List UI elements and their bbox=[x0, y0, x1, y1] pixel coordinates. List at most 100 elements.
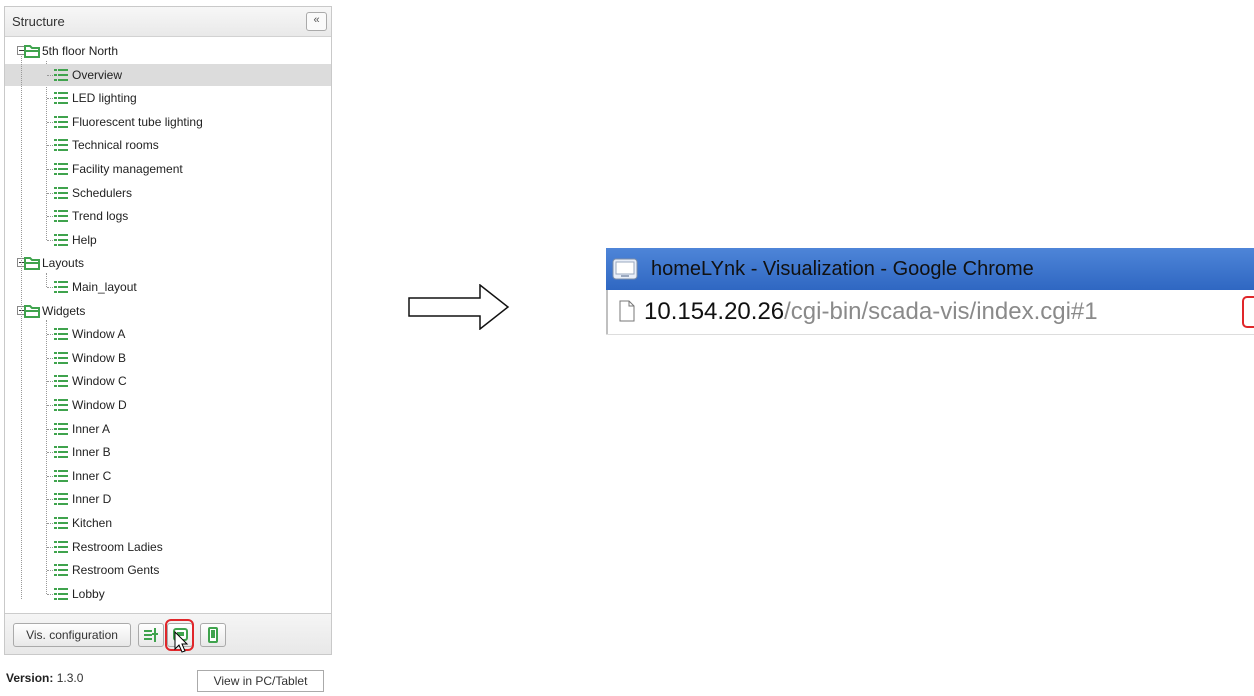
tree-connector bbox=[47, 216, 53, 218]
tree-item-kitchen[interactable]: Kitchen bbox=[5, 512, 331, 534]
tree-connector bbox=[47, 334, 53, 336]
tree-item-label: Fluorescent tube lighting bbox=[72, 114, 203, 129]
tree-connector bbox=[47, 239, 53, 241]
list-icon bbox=[54, 399, 68, 411]
list-icon bbox=[54, 564, 68, 577]
tree-connector bbox=[47, 523, 53, 524]
right-arrow-icon bbox=[408, 284, 510, 330]
tree-connector bbox=[47, 74, 53, 76]
tree-folder-label: 5th floor North bbox=[42, 44, 119, 58]
tree-item-window-c[interactable]: Window C bbox=[5, 370, 331, 392]
tree-connector bbox=[47, 405, 53, 406]
tree-connector bbox=[47, 287, 53, 288]
list-icon bbox=[54, 92, 68, 105]
tree-item-restroom-ladies[interactable]: Restroom Ladies bbox=[5, 536, 331, 558]
tree-item-restroom-gents[interactable]: Restroom Gents bbox=[5, 559, 331, 581]
browser-title: homeLYnk - Visualization - Google Chrome bbox=[651, 258, 1034, 280]
structure-config-button[interactable] bbox=[138, 623, 164, 647]
tree-item-window-d[interactable]: Window D bbox=[5, 394, 331, 416]
url-text[interactable]: 10.154.20.26/cgi-bin/scada-vis/index.cgi… bbox=[644, 290, 1098, 334]
tree-connector bbox=[47, 499, 53, 501]
view-touch-icon bbox=[208, 627, 218, 643]
tree-connector bbox=[47, 145, 53, 147]
list-icon bbox=[54, 68, 68, 81]
tree-item-led-lighting[interactable]: LED lighting bbox=[5, 87, 331, 109]
page-icon bbox=[619, 300, 635, 322]
list-icon bbox=[54, 446, 68, 459]
tree-item-facility-management[interactable]: Facility management bbox=[5, 158, 331, 180]
tree-connector bbox=[47, 546, 53, 548]
url-highlight-ring bbox=[1242, 296, 1254, 328]
panel-title: Structure bbox=[12, 14, 65, 29]
tree-item-overview[interactable]: Overview bbox=[5, 63, 331, 86]
structure-panel: Structure « 5th floor North Overview LED l… bbox=[4, 6, 332, 655]
tree-folder-5th-floor-north[interactable]: 5th floor North bbox=[5, 40, 331, 62]
list-icon bbox=[54, 422, 68, 435]
tree-item-label: Window D bbox=[72, 398, 127, 412]
tree-item-label: Restroom Gents bbox=[72, 563, 160, 578]
tree-connector bbox=[47, 192, 53, 194]
list-icon bbox=[54, 375, 68, 388]
tree-connector bbox=[47, 98, 53, 100]
tree-item-label: Kitchen bbox=[72, 516, 113, 530]
tree-item-label: LED lighting bbox=[72, 91, 137, 106]
version-label: Version: bbox=[6, 671, 54, 685]
browser-titlebar: homeLYnk - Visualization - Google Chrome bbox=[606, 248, 1254, 290]
list-icon bbox=[54, 517, 68, 529]
tree-item-label: Facility management bbox=[72, 162, 183, 176]
collapse-panel-button[interactable]: « bbox=[306, 12, 327, 31]
tree-item-label: Inner A bbox=[72, 421, 111, 436]
view-touch-button[interactable] bbox=[200, 623, 226, 647]
list-icon bbox=[54, 139, 68, 152]
tree-item-label: Main_layout bbox=[72, 280, 137, 294]
tree-connector bbox=[47, 570, 53, 572]
panel-footer: Vis. configuration bbox=[5, 613, 331, 654]
tree-item-label: Schedulers bbox=[72, 185, 133, 200]
tree-item-schedulers[interactable]: Schedulers bbox=[5, 182, 331, 204]
tree-item-inner-a[interactable]: Inner A bbox=[5, 418, 331, 440]
list-icon bbox=[54, 186, 68, 199]
tree-folder-label: Widgets bbox=[42, 303, 86, 318]
address-bar[interactable]: 10.154.20.26/cgi-bin/scada-vis/index.cgi… bbox=[606, 290, 1254, 334]
tree-folder-widgets[interactable]: Widgets bbox=[5, 300, 331, 322]
browser-divider bbox=[606, 334, 1254, 335]
url-path: /cgi-bin/scada-vis/index.cgi#1 bbox=[784, 298, 1098, 325]
tree-item-label: Lobby bbox=[72, 586, 105, 601]
tree-item-technical-rooms[interactable]: Technical rooms bbox=[5, 134, 331, 156]
list-icon bbox=[54, 210, 68, 223]
folder-icon bbox=[24, 257, 40, 271]
tree-item-label: Restroom Ladies bbox=[72, 539, 163, 554]
tree-item-fluorescent-tube-lighting[interactable]: Fluorescent tube lighting bbox=[5, 111, 331, 133]
tree-item-label: Window A bbox=[72, 327, 126, 342]
tree-connector bbox=[47, 357, 53, 359]
version-text: Version: 1.3.0 bbox=[6, 671, 83, 685]
tree-folder-layouts[interactable]: Layouts bbox=[5, 252, 331, 274]
list-icon bbox=[54, 115, 68, 128]
list-icon bbox=[54, 493, 68, 506]
tree-item-label: Inner B bbox=[72, 445, 111, 460]
tree-item-label: Window B bbox=[72, 350, 127, 365]
tree-item-label: Inner D bbox=[72, 492, 112, 507]
tree-item-trend-logs[interactable]: Trend logs bbox=[5, 205, 331, 227]
mouse-pointer-icon bbox=[174, 631, 189, 653]
tree-connector bbox=[47, 475, 53, 477]
tree-connector bbox=[47, 428, 53, 430]
tree-item-lobby[interactable]: Lobby bbox=[5, 583, 331, 605]
tree-connector bbox=[47, 121, 53, 123]
list-icon bbox=[54, 587, 68, 600]
tree-item-inner-b[interactable]: Inner B bbox=[5, 441, 331, 463]
tree-connector bbox=[47, 381, 53, 383]
folder-icon bbox=[24, 45, 40, 58]
tree-item-window-a[interactable]: Window A bbox=[5, 323, 331, 345]
tree-item-label: Help bbox=[72, 232, 97, 247]
tree-connector bbox=[21, 56, 22, 599]
tree-connector bbox=[47, 169, 53, 170]
tree-item-inner-d[interactable]: Inner D bbox=[5, 488, 331, 510]
tree-item-inner-c[interactable]: Inner C bbox=[5, 465, 331, 487]
list-icon bbox=[54, 540, 68, 553]
tree-folder-label: Layouts bbox=[42, 256, 85, 271]
tree-item-window-b[interactable]: Window B bbox=[5, 347, 331, 369]
vis-configuration-button[interactable]: Vis. configuration bbox=[13, 623, 131, 647]
tree-item-help[interactable]: Help bbox=[5, 229, 331, 251]
tree-item-main-layout[interactable]: Main_layout bbox=[5, 276, 331, 298]
